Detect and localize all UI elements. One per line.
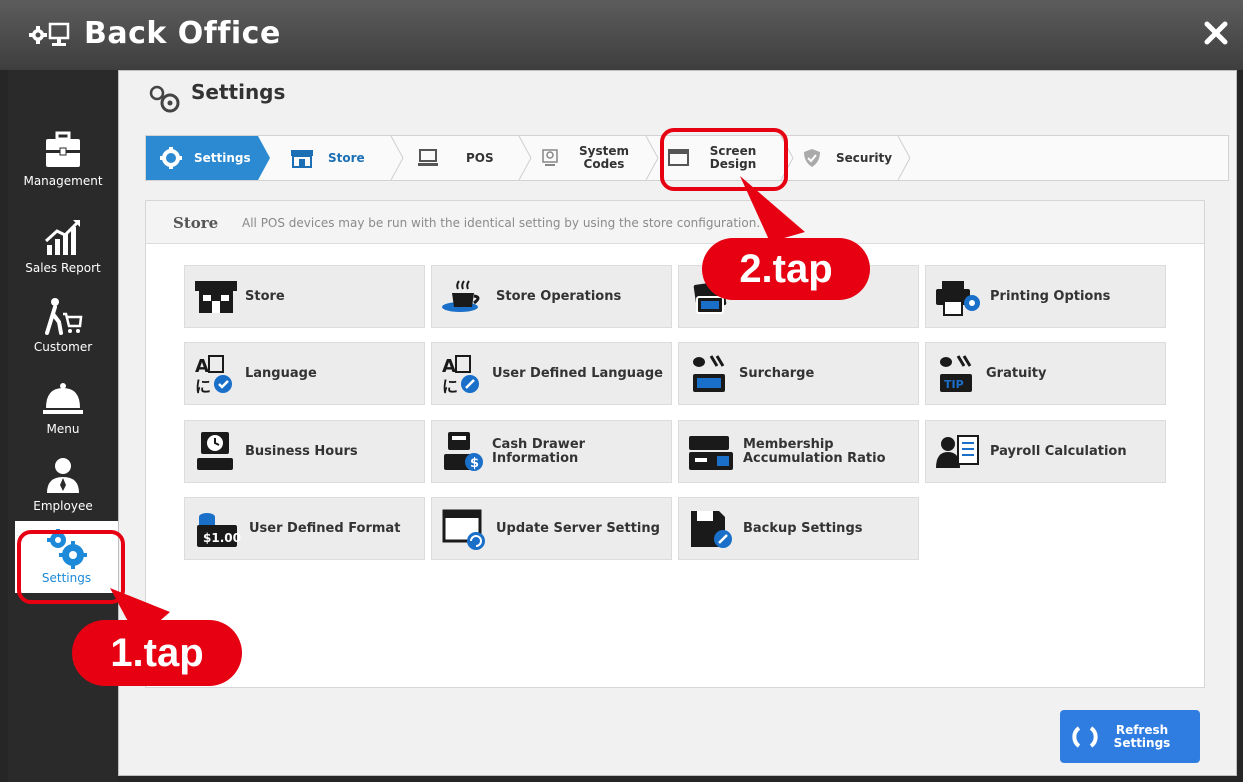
callout-step-1: 1.tap: [72, 620, 242, 686]
callout-step-2: 2.tap: [702, 238, 870, 300]
